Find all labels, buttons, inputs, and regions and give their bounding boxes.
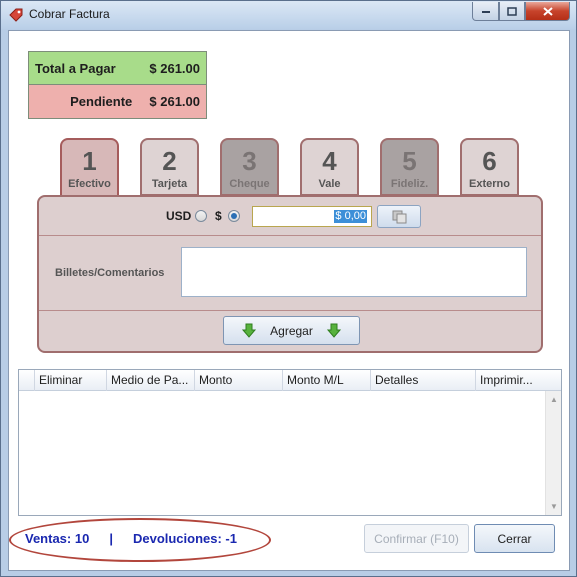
maximize-button[interactable]: [499, 2, 525, 21]
arrow-down-icon: [242, 323, 257, 338]
close-button[interactable]: [525, 2, 570, 21]
copy-icon: [392, 210, 407, 224]
column-header-eliminar[interactable]: Eliminar: [34, 370, 106, 391]
grid-header: Eliminar Medio de Pa... Monto Monto M/L …: [19, 370, 561, 391]
tab-number: 5: [402, 146, 417, 176]
tab-label: Efectivo: [68, 178, 111, 190]
tab-label: Vale: [318, 178, 341, 190]
column-header-medio-de-pago[interactable]: Medio de Pa...: [106, 370, 194, 391]
add-payment-label: Agregar: [270, 323, 313, 338]
arrow-down-icon: [326, 323, 341, 338]
tab-vale[interactable]: 4 Vale: [300, 138, 359, 196]
currency-local-radio[interactable]: [228, 210, 240, 222]
pending-box: Pendiente $ 261.00: [28, 85, 207, 119]
comments-label: Billetes/Comentarios: [55, 267, 165, 279]
add-payment-button[interactable]: Agregar: [223, 316, 360, 345]
scroll-up-icon[interactable]: ▲: [550, 395, 558, 404]
tab-efectivo[interactable]: 1 Efectivo: [60, 138, 119, 199]
scroll-down-icon[interactable]: ▼: [550, 502, 558, 511]
close-dialog-button[interactable]: Cerrar: [474, 524, 555, 553]
tab-tarjeta[interactable]: 2 Tarjeta: [140, 138, 199, 196]
tab-fideliz[interactable]: 5 Fideliz.: [380, 138, 439, 196]
minimize-button[interactable]: [472, 2, 499, 21]
tab-number: 3: [242, 146, 257, 176]
panel-divider: [39, 310, 541, 311]
window-title: Cobrar Factura: [29, 7, 110, 21]
total-due-value: $ 261.00: [149, 60, 200, 76]
payments-grid[interactable]: Eliminar Medio de Pa... Monto Monto M/L …: [18, 369, 562, 516]
amount-input[interactable]: $ 0,00: [252, 206, 372, 227]
currency-usd-label: USD: [166, 209, 192, 223]
window: Cobrar Factura Total a Pagar $ 261.00 Pe…: [0, 0, 577, 577]
column-header-monto[interactable]: Monto: [194, 370, 282, 391]
column-header-detalles[interactable]: Detalles: [370, 370, 475, 391]
tab-label: Tarjeta: [151, 178, 188, 190]
highlight-oval: [9, 518, 271, 562]
calculator-button[interactable]: [377, 205, 421, 228]
tab-number: 6: [482, 146, 497, 176]
grid-scrollbar[interactable]: ▲ ▼: [545, 391, 561, 515]
payment-panel: USD $ $ 0,00 Billetes/Comentarios Agrega…: [37, 195, 543, 353]
tab-label: Externo: [469, 178, 510, 190]
currency-usd-radio[interactable]: [195, 210, 207, 222]
minimize-icon: [481, 11, 490, 13]
title-bar[interactable]: Cobrar Factura: [1, 1, 576, 29]
tab-number: 2: [162, 146, 177, 176]
tab-label: Cheque: [229, 178, 270, 190]
total-due-label: Total a Pagar: [35, 60, 116, 76]
pending-value: $ 261.00: [149, 94, 200, 109]
confirm-button[interactable]: Confirmar (F10): [364, 524, 469, 553]
amount-value: $ 0,00: [334, 210, 367, 223]
pending-label: Pendiente: [70, 94, 133, 109]
comments-textarea[interactable]: [181, 247, 527, 297]
price-tag-icon: [9, 8, 23, 22]
total-due-box: Total a Pagar $ 261.00: [28, 51, 207, 85]
currency-local-label: $: [215, 209, 222, 223]
tab-label: Fideliz.: [390, 178, 429, 190]
maximize-icon: [507, 6, 517, 16]
column-header-imprimir[interactable]: Imprimir...: [475, 370, 547, 391]
tab-number: 1: [82, 146, 97, 176]
tab-externo[interactable]: 6 Externo: [460, 138, 519, 196]
column-header-monto-ml[interactable]: Monto M/L: [282, 370, 370, 391]
panel-divider: [39, 235, 541, 236]
close-icon: [542, 6, 553, 16]
tab-cheque[interactable]: 3 Cheque: [220, 138, 279, 196]
tab-number: 4: [322, 146, 337, 176]
